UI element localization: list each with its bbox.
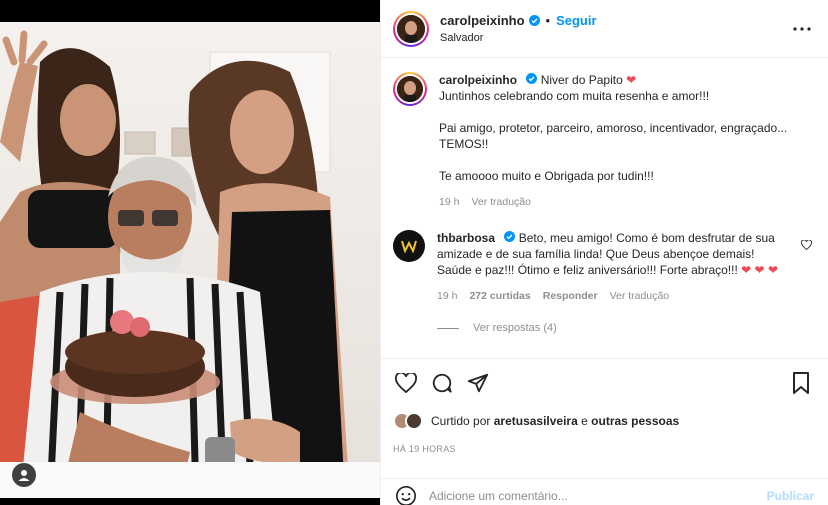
liker-username[interactable]: aretusasilveira bbox=[494, 414, 578, 428]
more-options-button[interactable] bbox=[790, 17, 814, 41]
likes-summary: Curtido por aretusasilveira e outras pes… bbox=[393, 412, 814, 430]
likes-prefix: Curtido por bbox=[431, 414, 491, 428]
photo-illustration bbox=[0, 22, 380, 498]
caption-time[interactable]: 19 h bbox=[439, 194, 459, 210]
post-timestamp[interactable]: HÁ 19 HORAS bbox=[393, 444, 456, 454]
caption-avatar[interactable] bbox=[393, 72, 427, 106]
follow-button[interactable]: Seguir bbox=[556, 13, 596, 28]
avatar[interactable] bbox=[393, 10, 429, 47]
verified-badge-icon bbox=[504, 231, 516, 242]
view-replies-button[interactable]: Ver respostas (4) bbox=[437, 322, 814, 334]
publish-button[interactable]: Publicar bbox=[767, 489, 814, 503]
commenter-avatar[interactable] bbox=[393, 230, 425, 262]
verified-badge-icon bbox=[528, 15, 540, 26]
caption-body: carolpeixinho Niver do Papito ❤ Juntinho… bbox=[439, 72, 814, 210]
caption-meta: 19 h Ver tradução bbox=[439, 194, 814, 210]
comment-like-heart-icon[interactable] bbox=[801, 240, 812, 250]
emoji-icon[interactable] bbox=[395, 485, 417, 505]
likes-others[interactable]: outras pessoas bbox=[591, 414, 679, 428]
post-header: carolpeixinho • Seguir Salvador bbox=[381, 0, 828, 58]
comment-input[interactable] bbox=[429, 488, 767, 503]
post-dialog: carolpeixinho • Seguir Salvador carolpei… bbox=[0, 0, 828, 505]
comment-likes[interactable]: 272 curtidas bbox=[469, 288, 530, 304]
author-username[interactable]: carolpeixinho bbox=[440, 13, 525, 28]
reply-button[interactable]: Responder bbox=[543, 288, 598, 304]
header-text: carolpeixinho • Seguir Salvador bbox=[440, 13, 790, 44]
more-icon bbox=[793, 26, 811, 31]
comment-composer: Publicar bbox=[381, 478, 828, 505]
caption-username[interactable]: carolpeixinho bbox=[439, 73, 517, 87]
bookmark-icon bbox=[793, 371, 809, 394]
likes-middle: e bbox=[581, 414, 588, 428]
photo-panel bbox=[0, 0, 380, 505]
comment-button[interactable] bbox=[429, 370, 455, 396]
post-photo[interactable] bbox=[0, 22, 380, 498]
verified-badge-icon bbox=[526, 73, 538, 84]
comment-meta: 19 h 272 curtidas Responder Ver tradução bbox=[437, 288, 792, 304]
caption-line-4: Te amoooo muito e Obrigada por tudin!!! bbox=[439, 169, 654, 183]
share-button[interactable] bbox=[465, 370, 491, 396]
comment-body: thbarbosa Beto, meu amigo! Como é bom de… bbox=[437, 230, 814, 304]
liker-avatars[interactable] bbox=[393, 412, 423, 430]
post-details: carolpeixinho • Seguir Salvador carolpei… bbox=[380, 0, 828, 505]
comment-time[interactable]: 19 h bbox=[437, 288, 457, 304]
caption-line-2: Juntinhos celebrando com muita resenha e… bbox=[439, 89, 710, 103]
separator-dot: • bbox=[545, 13, 551, 28]
comments-section: carolpeixinho Niver do Papito ❤ Juntinho… bbox=[381, 58, 828, 358]
save-button[interactable] bbox=[788, 370, 814, 396]
user-tag-button[interactable] bbox=[12, 463, 36, 487]
comment-icon bbox=[432, 373, 452, 393]
comment-heart-extra: ❤ bbox=[767, 263, 779, 277]
like-button[interactable] bbox=[393, 370, 419, 396]
comment-hearts: ❤ ❤ bbox=[741, 263, 765, 277]
caption-line-1: Niver do Papito bbox=[540, 73, 623, 87]
liker-avatar bbox=[405, 412, 423, 430]
comment-item: thbarbosa Beto, meu amigo! Como é bom de… bbox=[393, 230, 814, 304]
actions-bar bbox=[381, 358, 828, 406]
caption-line-3: Pai amigo, protetor, parceiro, amoroso, … bbox=[439, 121, 788, 151]
commenter-logo-icon bbox=[401, 240, 417, 253]
view-replies-label: Ver respostas (4) bbox=[473, 322, 557, 334]
user-tag-icon bbox=[18, 470, 30, 481]
location-link[interactable]: Salvador bbox=[440, 32, 790, 44]
caption-translate[interactable]: Ver tradução bbox=[471, 194, 531, 210]
replies-divider bbox=[437, 327, 459, 329]
comment-translate[interactable]: Ver tradução bbox=[610, 288, 670, 304]
paper-plane-icon bbox=[467, 373, 489, 392]
caption: carolpeixinho Niver do Papito ❤ Juntinho… bbox=[393, 72, 814, 210]
commenter-username[interactable]: thbarbosa bbox=[437, 231, 495, 245]
heart-emoji-icon: ❤ bbox=[626, 73, 637, 87]
heart-icon bbox=[395, 372, 417, 393]
